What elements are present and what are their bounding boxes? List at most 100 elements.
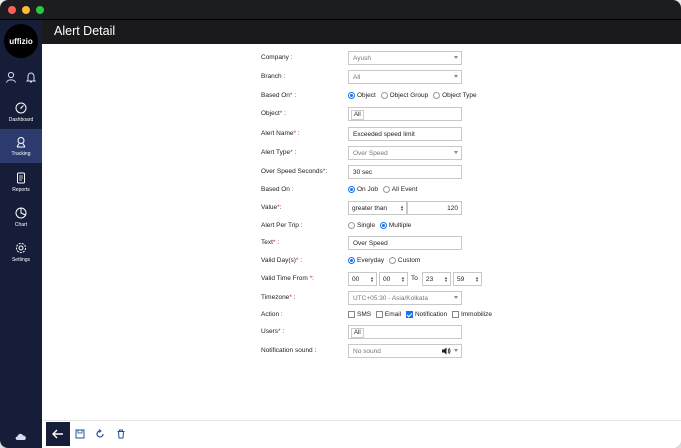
- delete-icon: [117, 429, 125, 439]
- to-minute-stepper[interactable]: 59 ▲ ▼: [453, 272, 482, 286]
- object-chip[interactable]: All: [351, 110, 364, 120]
- notification-sound-label: Notification sound :: [261, 347, 317, 354]
- sidebar-item-label: Chart: [14, 221, 28, 228]
- company-row: Company : Ayush: [261, 51, 541, 67]
- sidebar-item-tracking[interactable]: Tracking: [0, 129, 42, 163]
- timezone-value: UTC+05:30 - Asia/Kolkata: [353, 295, 428, 302]
- from-hour-stepper[interactable]: 00 ▲ ▼: [348, 272, 377, 286]
- action-options: SMS Email Notification Immobilize: [348, 311, 495, 318]
- on-job-radio[interactable]: [348, 186, 355, 193]
- delete-button[interactable]: [110, 423, 132, 445]
- immobilize-checkbox[interactable]: [451, 311, 459, 318]
- reset-icon: [96, 429, 104, 438]
- back-icon: [52, 429, 63, 439]
- notification-sound-row: Notification sound : No sound: [261, 344, 541, 360]
- notification-checkbox[interactable]: [405, 311, 413, 318]
- chevron-down-icon: [454, 56, 458, 59]
- radio-label: Object: [357, 92, 376, 99]
- everyday-radio[interactable]: [348, 257, 355, 264]
- bell-icon[interactable]: [25, 70, 37, 88]
- sidebar-item-dashboard[interactable]: Dashboard: [0, 95, 42, 129]
- text-label: Text* :: [261, 239, 280, 246]
- based-on-object-group-radio[interactable]: [380, 92, 388, 99]
- tracking-icon: [16, 136, 26, 147]
- alert-name-label: Alert Name* :: [261, 130, 300, 137]
- over-speed-seconds-row: Over Speed Seconds*: 30 sec: [261, 165, 541, 181]
- based-on-object-radio[interactable]: [348, 92, 355, 99]
- from-minute-stepper[interactable]: 00 ▲ ▼: [379, 272, 408, 286]
- user-icon[interactable]: [5, 70, 17, 88]
- checkbox-label: SMS: [357, 311, 372, 318]
- valid-days-label: Valid Day(s)* :: [261, 257, 303, 264]
- over-speed-seconds-label: Over Speed Seconds*:: [261, 168, 328, 175]
- sidebar-item-chart[interactable]: Chart: [0, 200, 42, 234]
- multiple-radio[interactable]: [379, 222, 387, 229]
- valid-days-row: Valid Day(s)* : Everyday Custom: [261, 254, 541, 270]
- company-select[interactable]: Ayush: [348, 51, 462, 65]
- sidebar-item-reports[interactable]: Reports: [0, 165, 42, 199]
- object-multiselect[interactable]: All: [348, 107, 462, 121]
- alert-form: Company : Ayush Branch : All Based On* :…: [42, 44, 681, 420]
- updown-icon: ▲ ▼: [444, 275, 448, 283]
- sidebar-item-settings[interactable]: Settings: [0, 235, 42, 269]
- to-label: To: [411, 275, 418, 282]
- from-minute-value: 00: [383, 276, 391, 283]
- radio-label: On Job: [357, 186, 378, 193]
- app-window: uffizio Dashboard Tracking Reports Chart…: [0, 0, 681, 448]
- alert-type-select[interactable]: Over Speed: [348, 146, 462, 160]
- single-radio[interactable]: [348, 222, 355, 229]
- over-speed-seconds-input[interactable]: 30 sec: [348, 165, 462, 179]
- alert-per-trip-options: Single Multiple: [348, 222, 414, 229]
- maximize-window-button[interactable]: [36, 6, 44, 14]
- reset-button[interactable]: [89, 423, 111, 445]
- radio-label: All Event: [391, 186, 418, 193]
- users-chip[interactable]: All: [351, 328, 364, 338]
- alert-name-row: Alert Name* : Exceeded speed limit: [261, 127, 541, 143]
- chevron-down-icon: [454, 296, 458, 299]
- sidebar: uffizio Dashboard Tracking Reports Chart…: [0, 20, 42, 448]
- sms-checkbox[interactable]: [348, 311, 355, 318]
- save-button[interactable]: [69, 423, 91, 445]
- page-title: Alert Detail: [54, 24, 116, 38]
- page-header: Alert Detail: [42, 20, 681, 44]
- alert-type-label: Alert Type* :: [261, 149, 297, 156]
- value-operator-select[interactable]: greater than ▲ ▼: [348, 201, 407, 215]
- based-on-row: Based On* : Object Object Group Object T…: [261, 89, 541, 105]
- back-button[interactable]: [46, 422, 70, 446]
- based-on-job-row: Based On : On Job All Event: [261, 183, 541, 199]
- alert-per-trip-row: Alert Per Trip : Single Multiple: [261, 219, 541, 235]
- checkbox-label: Immobilize: [460, 311, 493, 318]
- notification-sound-value: No sound: [353, 348, 381, 355]
- timezone-label: Timezone* :: [261, 294, 296, 301]
- action-label: Action :: [261, 311, 283, 318]
- object-label: Object* :: [261, 110, 286, 117]
- branch-row: Branch : All: [261, 70, 541, 86]
- alert-per-trip-label: Alert Per Trip :: [261, 222, 303, 229]
- close-window-button[interactable]: [8, 6, 16, 14]
- branch-select[interactable]: All: [348, 70, 462, 84]
- cloud-icon[interactable]: [14, 428, 28, 446]
- chevron-down-icon: [454, 75, 458, 78]
- alert-name-input[interactable]: Exceeded speed limit: [348, 127, 462, 141]
- value-row: Value*: greater than ▲ ▼ 120: [261, 201, 541, 217]
- custom-radio[interactable]: [388, 257, 396, 264]
- notification-sound-select[interactable]: No sound: [348, 344, 462, 358]
- timezone-row: Timezone* : UTC+05:30 - Asia/Kolkata: [261, 291, 541, 307]
- email-checkbox[interactable]: [375, 311, 383, 318]
- app-logo[interactable]: uffizio: [4, 24, 38, 58]
- from-hour-value: 00: [352, 276, 360, 283]
- updown-icon: ▲ ▼: [401, 275, 405, 283]
- to-hour-stepper[interactable]: 23 ▲ ▼: [422, 272, 451, 286]
- speaker-icon[interactable]: [442, 347, 451, 357]
- text-input[interactable]: Over Speed: [348, 236, 462, 250]
- reports-icon: [17, 172, 25, 183]
- checkbox-label: Email: [384, 311, 402, 318]
- radio-label: Object Group: [389, 92, 429, 99]
- based-on-object-type-radio[interactable]: [433, 92, 441, 99]
- all-event-radio[interactable]: [382, 186, 390, 193]
- value-number-input[interactable]: 120: [407, 201, 462, 215]
- minimize-window-button[interactable]: [22, 6, 30, 14]
- sidebar-item-label: Tracking: [11, 150, 31, 157]
- users-multiselect[interactable]: All: [348, 325, 462, 339]
- timezone-select[interactable]: UTC+05:30 - Asia/Kolkata: [348, 291, 462, 305]
